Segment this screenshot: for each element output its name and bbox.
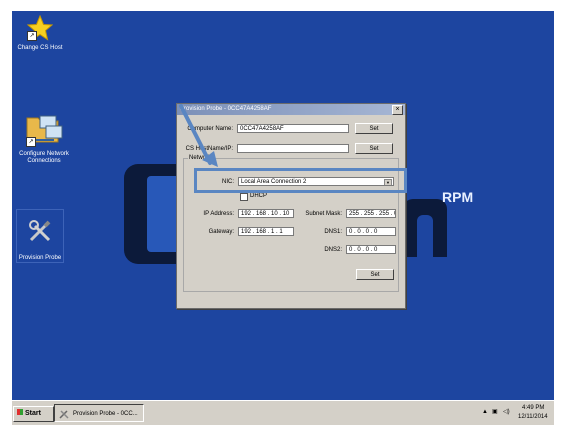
tray-expand-icon[interactable]: ▲ [482, 409, 488, 415]
start-button[interactable]: Start [13, 406, 54, 422]
annotation-arrow-icon [179, 104, 218, 167]
taskbar-item-label: Provision Probe - 0CC... [73, 411, 138, 417]
clock-time[interactable]: 4:49 PM [522, 405, 544, 411]
volume-tray-icon[interactable]: ◁) [503, 408, 510, 415]
taskbar: Start Provision Probe - 0CC... ▲ ▣ ◁) 4:… [12, 400, 554, 425]
start-label: Start [25, 410, 41, 417]
tools-icon [59, 410, 69, 419]
system-tray: ▲ ▣ ◁) 4:49 PM 12/11/2014 [478, 403, 554, 423]
windows-flag-icon [17, 409, 23, 415]
taskbar-item-provision-probe[interactable]: Provision Probe - 0CC... [54, 404, 144, 422]
network-tray-icon[interactable]: ▣ [492, 408, 498, 415]
clock-date[interactable]: 12/11/2014 [518, 414, 548, 420]
